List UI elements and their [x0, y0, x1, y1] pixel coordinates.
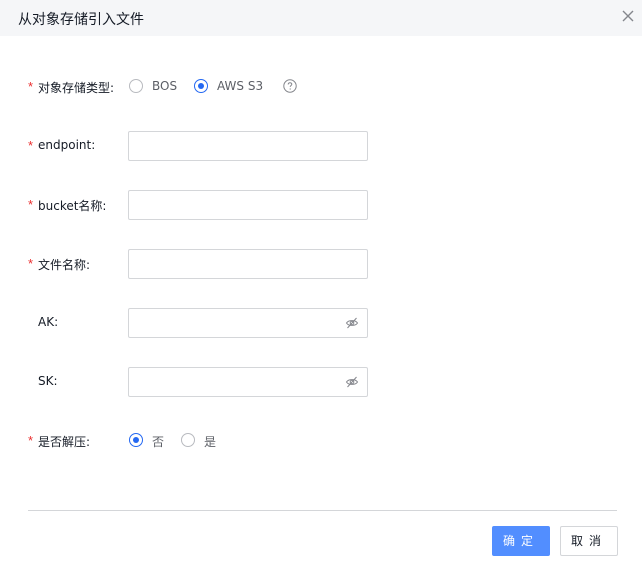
required-mark: *	[28, 433, 34, 448]
bucket-row: * bucket名称:	[0, 190, 642, 220]
required-mark: *	[28, 197, 34, 212]
decompress-label: 是否解压:	[38, 435, 91, 449]
question-circle-icon[interactable]	[283, 79, 297, 93]
endpoint-input[interactable]	[128, 131, 368, 161]
radio-aws-s3[interactable]	[194, 79, 208, 93]
dialog-header: 从对象存储引入文件	[0, 0, 642, 36]
radio-no-label[interactable]: 否	[152, 433, 164, 450]
radio-yes-label[interactable]: 是	[204, 433, 216, 450]
file-name-row: * 文件名称:	[0, 249, 642, 279]
ak-input[interactable]	[128, 308, 368, 338]
ak-row: AK:	[0, 308, 642, 338]
sk-label: SK:	[38, 374, 58, 388]
eye-hidden-icon[interactable]	[345, 375, 359, 389]
required-mark: *	[28, 256, 34, 271]
storage-type-label: 对象存储类型:	[38, 81, 115, 95]
radio-yes[interactable]	[181, 433, 195, 447]
required-mark: *	[28, 138, 34, 153]
radio-aws-s3-label[interactable]: AWS S3	[217, 79, 263, 93]
radio-bos[interactable]	[129, 79, 143, 93]
eye-hidden-icon[interactable]	[345, 316, 359, 330]
radio-bos-label[interactable]: BOS	[152, 79, 177, 93]
sk-input[interactable]	[128, 367, 368, 397]
decompress-row: * 是否解压: 否 是	[0, 426, 642, 456]
bucket-input[interactable]	[128, 190, 368, 220]
endpoint-row: * endpoint:	[0, 131, 642, 161]
dialog-title: 从对象存储引入文件	[18, 12, 144, 28]
footer-divider	[28, 510, 617, 511]
file-name-input[interactable]	[128, 249, 368, 279]
ak-label: AK:	[38, 315, 59, 329]
sk-row: SK:	[0, 367, 642, 397]
bucket-label: bucket名称:	[38, 199, 107, 213]
endpoint-label: endpoint:	[38, 138, 96, 152]
close-icon[interactable]	[620, 8, 636, 24]
confirm-button[interactable]: 确定	[492, 526, 550, 556]
storage-type-row: * 对象存储类型: BOS AWS S3	[0, 72, 642, 102]
file-name-label: 文件名称:	[38, 258, 91, 272]
required-mark: *	[28, 79, 34, 94]
radio-no[interactable]	[129, 433, 143, 447]
cancel-button[interactable]: 取消	[560, 526, 618, 556]
